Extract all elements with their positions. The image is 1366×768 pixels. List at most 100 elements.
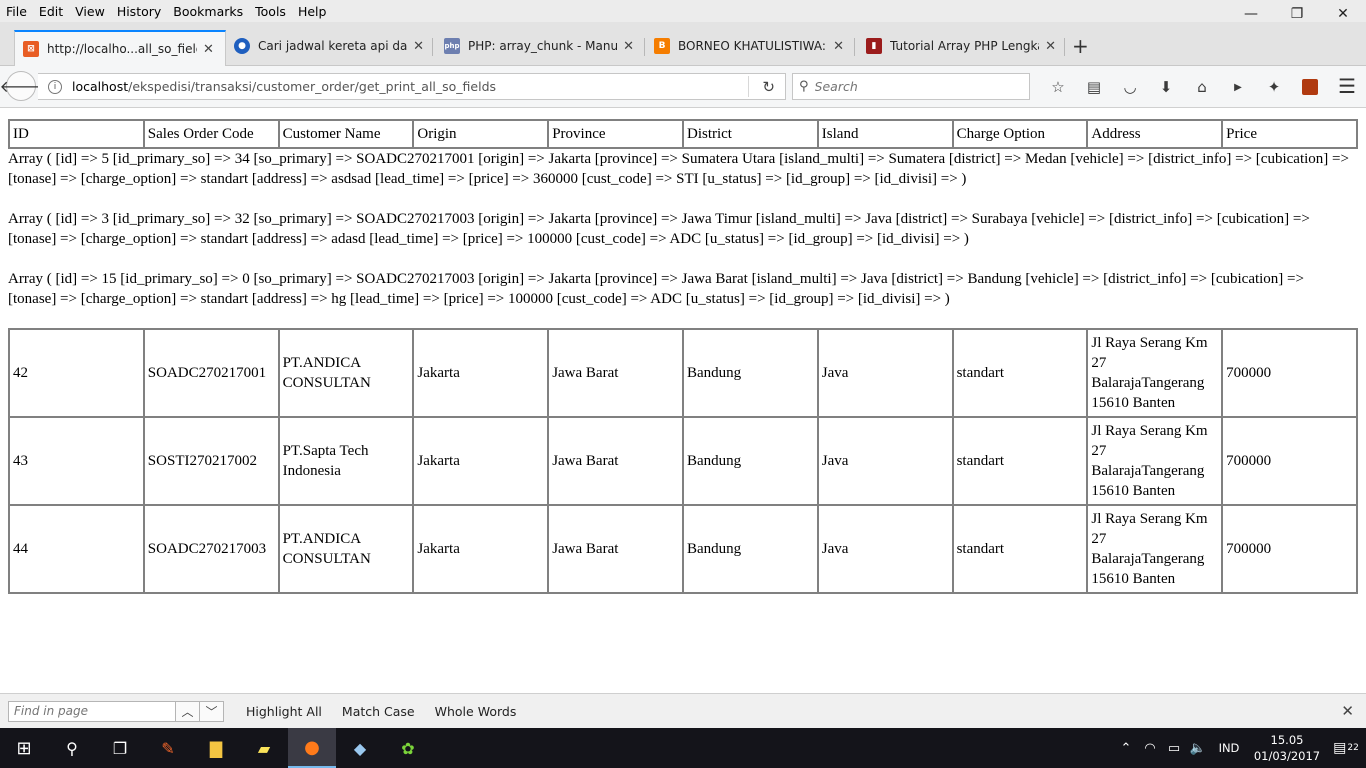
whole-words-toggle[interactable]: Whole Words: [435, 704, 517, 719]
find-previous-button[interactable]: ︿: [176, 700, 200, 722]
reading-list-icon[interactable]: ▤: [1076, 74, 1112, 100]
tab-localhost[interactable]: ⊠ http://localho...all_so_fields ✕: [14, 30, 226, 66]
info-icon[interactable]: i: [48, 79, 62, 94]
clock[interactable]: 15.05 01/03/2017: [1248, 732, 1326, 764]
task-view-button[interactable]: ❐: [96, 728, 144, 768]
table-cell-price: 700000: [1222, 417, 1357, 505]
close-find-bar-icon[interactable]: ✕: [1341, 702, 1354, 720]
search-input[interactable]: [814, 79, 1015, 94]
notification-center-button[interactable]: ▤ 22: [1326, 728, 1366, 768]
find-next-button[interactable]: ﹀: [200, 700, 224, 722]
menu-view[interactable]: View: [69, 4, 111, 19]
start-button[interactable]: ⊞: [0, 728, 48, 768]
header-cell: District: [682, 120, 818, 148]
taskbar-app-feather[interactable]: ✎: [144, 728, 192, 768]
table-cell-district: Bandung: [682, 417, 818, 505]
menu-history[interactable]: History: [111, 4, 167, 19]
find-input[interactable]: [8, 700, 176, 722]
table-cell-code: SOADC270217001: [143, 329, 279, 417]
battery-icon[interactable]: ▭: [1162, 741, 1186, 756]
url-path: /ekspedisi/transaksi/customer_order/get_…: [128, 79, 497, 94]
match-case-toggle[interactable]: Match Case: [342, 704, 415, 719]
table-row: 44 SOADC270217003 PT.ANDICA CONSULTAN Ja…: [9, 505, 1357, 593]
volume-icon[interactable]: 🔈: [1186, 741, 1210, 756]
navigation-bar: 🡐 i localhost/ekspedisi/transaksi/custom…: [0, 66, 1366, 108]
chevron-down-icon: ﹀: [205, 704, 218, 719]
tab-tutorial-array[interactable]: ▮ Tutorial Array PHP Lengka... ✕: [858, 30, 1064, 62]
taskbar-app-explorer[interactable]: ▇: [192, 728, 240, 768]
hamburger-menu-icon[interactable]: ☰: [1338, 74, 1356, 98]
table-cell-id: 43: [9, 417, 144, 505]
pocket-icon[interactable]: ◡: [1112, 74, 1148, 100]
url-divider: [748, 76, 749, 97]
table-cell-charge: standart: [952, 329, 1088, 417]
header-cell: Island: [817, 120, 953, 148]
close-icon[interactable]: ✕: [623, 39, 634, 54]
menu-edit[interactable]: Edit: [33, 4, 69, 19]
table-cell-origin: Jakarta: [413, 505, 549, 593]
header-cell: ID: [9, 120, 144, 148]
menu-help[interactable]: Help: [292, 4, 333, 19]
search-bar[interactable]: ⚲: [792, 73, 1030, 100]
menu-file[interactable]: File: [0, 4, 33, 19]
bookmark-star-icon[interactable]: ☆: [1040, 74, 1076, 100]
header-cell: Customer Name: [278, 120, 414, 148]
close-icon[interactable]: ✕: [203, 42, 214, 57]
table-cell-origin: Jakarta: [413, 417, 549, 505]
youtube-icon[interactable]: ▶: [1220, 74, 1256, 100]
tab-borneo[interactable]: B BORNEO KHATULISTIWA: ... ✕: [646, 30, 852, 62]
taskbar-app-notes[interactable]: ▰: [240, 728, 288, 768]
table-cell-origin: Jakarta: [413, 329, 549, 417]
url-host: localhost: [72, 79, 129, 94]
url-text[interactable]: localhost/ekspedisi/transaksi/customer_o…: [72, 79, 496, 94]
xampp-icon: ⊠: [23, 41, 39, 57]
back-button[interactable]: 🡐: [0, 71, 42, 101]
header-cell: Price: [1222, 120, 1357, 148]
box-app-icon: ◆: [353, 738, 367, 758]
table-cell-id: 42: [9, 329, 144, 417]
taskbar: ⊞ ⚲ ❐ ✎ ▇ ▰ ● ◆ ✿ ⌃ ◠ ▭ 🔈 IND 15.05 01/0…: [0, 728, 1366, 768]
tab-php-manual[interactable]: php PHP: array_chunk - Manual ✕: [436, 30, 642, 62]
clock-time: 15.05: [1270, 733, 1304, 747]
extension-icon[interactable]: ✦: [1256, 74, 1292, 100]
firefox-icon: ●: [304, 736, 320, 758]
reload-icon[interactable]: ↻: [762, 78, 775, 96]
tab-separator: [644, 38, 645, 56]
highlight-all-toggle[interactable]: Highlight All: [246, 704, 322, 719]
tab-title: Cari jadwal kereta api dari ...: [258, 39, 408, 53]
taskbar-app-virtualbox[interactable]: ◆: [336, 728, 384, 768]
close-icon[interactable]: ✕: [413, 39, 424, 54]
wifi-icon[interactable]: ◠: [1138, 741, 1162, 756]
tab-title: BORNEO KHATULISTIWA: ...: [678, 39, 828, 53]
sticky-notes-icon: ▰: [257, 738, 271, 758]
tab-kereta[interactable]: ● Cari jadwal kereta api dari ... ✕: [226, 30, 432, 62]
menu-bookmarks[interactable]: Bookmarks: [167, 4, 249, 19]
new-tab-button[interactable]: +: [1072, 34, 1089, 58]
close-icon[interactable]: ✕: [833, 39, 844, 54]
tab-separator: [432, 38, 433, 56]
table-cell-price: 700000: [1222, 505, 1357, 593]
table-cell-island: Java: [817, 505, 953, 593]
home-icon[interactable]: ⌂: [1184, 74, 1220, 100]
search-button[interactable]: ⚲: [48, 728, 96, 768]
table-cell-address: Jl Raya Serang Km 27 BalarajaTangerang 1…: [1087, 505, 1223, 593]
tab-separator: [1064, 38, 1065, 56]
addon-icon[interactable]: [1292, 74, 1328, 100]
header-cell: Address: [1087, 120, 1223, 148]
menu-tools[interactable]: Tools: [249, 4, 292, 19]
toolbar-icons: ☆ ▤ ◡ ⬇ ⌂ ▶ ✦: [1040, 74, 1328, 100]
download-icon[interactable]: ⬇: [1148, 74, 1184, 100]
taskbar-app-green[interactable]: ✿: [384, 728, 432, 768]
header-table: ID Sales Order Code Customer Name Origin…: [8, 119, 1358, 149]
chevron-up-icon[interactable]: ⌃: [1114, 741, 1138, 756]
table-cell-district: Bandung: [682, 505, 818, 593]
language-indicator[interactable]: IND: [1210, 741, 1248, 755]
table-cell-province: Jawa Barat: [548, 505, 683, 593]
header-row: ID Sales Order Code Customer Name Origin…: [9, 120, 1357, 148]
close-icon[interactable]: ✕: [1045, 39, 1056, 54]
array-dump-line: Array ( [id] => 15 [id_primary_so] => 0 …: [8, 271, 1304, 307]
url-bar[interactable]: i localhost/ekspedisi/transaksi/customer…: [38, 73, 786, 100]
table-cell-customer: PT.ANDICA CONSULTAN: [278, 329, 414, 417]
taskbar-app-firefox[interactable]: ●: [288, 728, 336, 768]
chevron-up-icon: ︿: [181, 704, 194, 719]
